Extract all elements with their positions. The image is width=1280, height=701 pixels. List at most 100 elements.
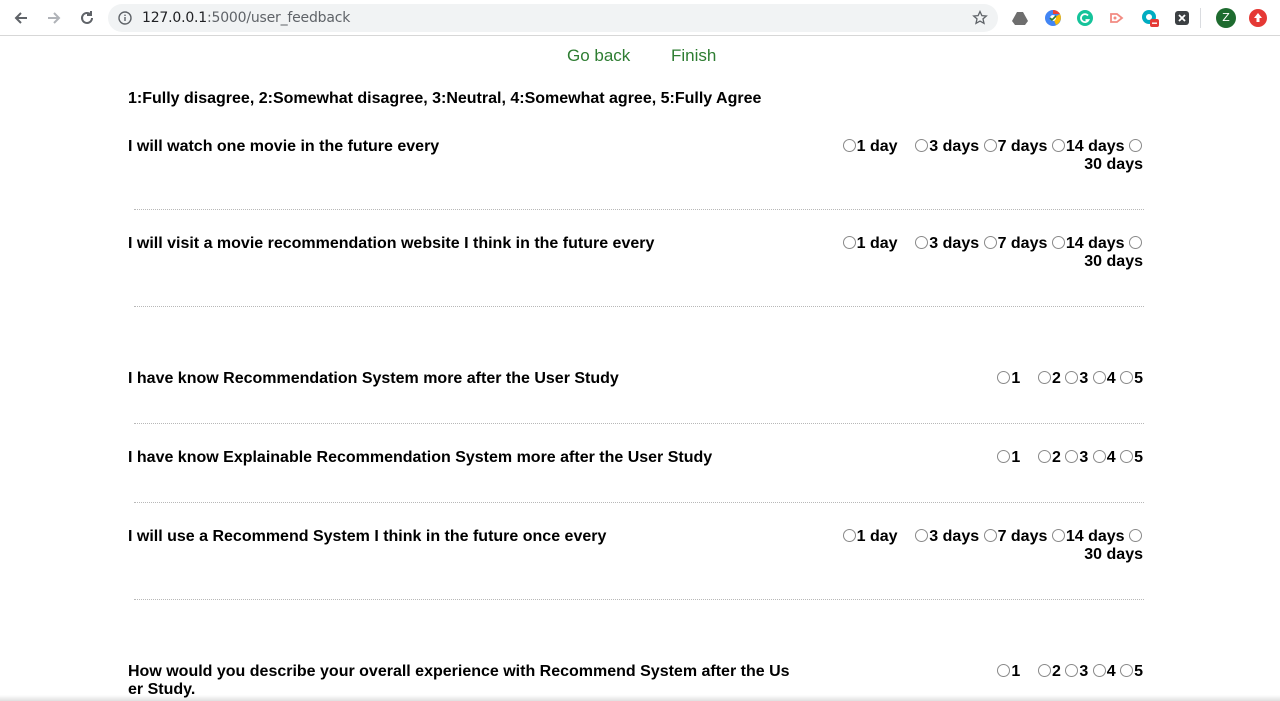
drive-icon[interactable]	[1011, 9, 1029, 27]
option-label: 3	[1079, 370, 1089, 387]
radio-button[interactable]	[1051, 236, 1065, 249]
radio-button[interactable]	[997, 450, 1011, 463]
option-label: 1	[1011, 370, 1021, 387]
option-14-days[interactable]: 14 days	[1051, 138, 1125, 155]
option-14-days[interactable]: 14 days	[1051, 235, 1125, 252]
option-4[interactable]: 4	[1092, 663, 1116, 680]
radio-button[interactable]	[997, 664, 1011, 677]
divider	[134, 599, 1144, 600]
option-label: 1	[1011, 449, 1021, 466]
option-1[interactable]: 1	[997, 449, 1020, 466]
option-4[interactable]: 4	[1092, 449, 1116, 466]
option-5[interactable]: 5	[1120, 449, 1143, 466]
chrome-extension-icon[interactable]	[1044, 9, 1062, 27]
radio-button[interactable]	[1120, 450, 1134, 463]
option-7-days[interactable]: 7 days	[983, 235, 1047, 252]
radio-button[interactable]	[1129, 139, 1142, 152]
radio-button[interactable]	[1051, 529, 1065, 542]
radio-button[interactable]	[1065, 664, 1079, 677]
option-label: 3	[1079, 449, 1089, 466]
radio-button[interactable]	[915, 529, 929, 542]
option-label: 3 days	[929, 138, 980, 155]
option-2[interactable]: 2	[1038, 449, 1061, 466]
radio-button[interactable]	[915, 236, 929, 249]
c-extension-icon[interactable]	[1141, 9, 1159, 27]
url-text: 127.0.0.1:5000/user_feedback	[142, 10, 350, 26]
window-bottom-shadow	[0, 695, 1280, 701]
radio-button[interactable]	[1092, 371, 1106, 384]
profile-avatar[interactable]: Z	[1216, 8, 1236, 28]
option-3[interactable]: 3	[1065, 449, 1088, 466]
option-1-day[interactable]: 1 day	[842, 138, 898, 155]
forward-arrow-icon[interactable]	[45, 9, 63, 27]
radio-button[interactable]	[842, 529, 856, 542]
radio-button[interactable]	[1092, 450, 1106, 463]
update-icon[interactable]	[1249, 9, 1267, 27]
url-path: :5000/user_feedback	[207, 10, 351, 26]
question-visit-website: I will visit a movie recommendation webs…	[128, 235, 655, 252]
star-icon[interactable]	[972, 9, 988, 26]
option-1[interactable]: 1	[997, 370, 1020, 387]
option-3-days[interactable]: 3 days	[915, 138, 979, 155]
option-4[interactable]: 4	[1092, 370, 1116, 387]
option-label: 4	[1106, 449, 1116, 466]
option-label: 4	[1106, 663, 1116, 680]
option-1-day[interactable]: 1 day	[842, 528, 898, 545]
radio-button[interactable]	[983, 529, 997, 542]
radio-button[interactable]	[1051, 139, 1065, 152]
toolbar-separator	[1200, 8, 1201, 28]
option-30-days[interactable]: 30 days	[1084, 253, 1143, 270]
radio-button[interactable]	[997, 371, 1011, 384]
go-back-link[interactable]: Go back	[567, 46, 630, 66]
option-3[interactable]: 3	[1065, 370, 1088, 387]
question-know-recsys: I have know Recommendation System more a…	[128, 370, 619, 387]
radio-button[interactable]	[983, 236, 997, 249]
x-extension-icon[interactable]	[1173, 9, 1191, 27]
option-2[interactable]: 2	[1038, 370, 1061, 387]
radio-button[interactable]	[1038, 371, 1052, 384]
address-bar[interactable]: 127.0.0.1:5000/user_feedback	[108, 4, 998, 32]
option-7-days[interactable]: 7 days	[983, 138, 1047, 155]
options-know-recsys: 1 2 3 4 5	[823, 370, 1143, 388]
option-1-day[interactable]: 1 day	[842, 235, 898, 252]
radio-button[interactable]	[842, 236, 856, 249]
option-label: 2	[1052, 663, 1061, 680]
option-7-days[interactable]: 7 days	[983, 528, 1047, 545]
share-icon[interactable]	[1108, 9, 1126, 27]
radio-button[interactable]	[915, 139, 929, 152]
reload-icon[interactable]	[78, 9, 96, 27]
radio-button[interactable]	[1038, 450, 1052, 463]
finish-link[interactable]: Finish	[671, 46, 716, 66]
radio-button[interactable]	[1038, 664, 1052, 677]
option-3-days[interactable]: 3 days	[915, 528, 979, 545]
radio-button[interactable]	[1129, 529, 1142, 542]
option-30-days[interactable]: 30 days	[1084, 546, 1143, 563]
info-icon[interactable]	[118, 11, 132, 25]
option-2[interactable]: 2	[1038, 663, 1061, 680]
option-30-days[interactable]: 30 days	[1084, 156, 1143, 173]
options-overall-experience: 1 2 3 4 5	[823, 663, 1143, 681]
options-use-recsys: 1 day 3 days 7 days 14 days 30 days	[823, 528, 1143, 564]
options-visit-website: 1 day 3 days 7 days 14 days 30 days	[823, 235, 1143, 271]
question-watch-movie: I will watch one movie in the future eve…	[128, 138, 440, 155]
back-arrow-icon[interactable]	[12, 9, 30, 27]
radio-button[interactable]	[983, 139, 997, 152]
option-5[interactable]: 5	[1120, 370, 1143, 387]
option-label: 2	[1052, 370, 1061, 387]
option-label: 1	[1011, 663, 1021, 680]
radio-button[interactable]	[1065, 371, 1079, 384]
option-14-days[interactable]: 14 days	[1051, 528, 1125, 545]
question-use-recsys: I will use a Recommend System I think in…	[128, 528, 607, 545]
radio-button[interactable]	[1092, 664, 1106, 677]
radio-button[interactable]	[1120, 371, 1134, 384]
option-3-days[interactable]: 3 days	[915, 235, 979, 252]
radio-button[interactable]	[1065, 450, 1079, 463]
radio-button[interactable]	[842, 139, 856, 152]
option-3[interactable]: 3	[1065, 663, 1088, 680]
option-label: 14 days	[1065, 235, 1125, 252]
radio-button[interactable]	[1129, 236, 1142, 249]
radio-button[interactable]	[1120, 664, 1134, 677]
option-1[interactable]: 1	[997, 663, 1020, 680]
option-5[interactable]: 5	[1120, 663, 1143, 680]
grammarly-icon[interactable]	[1076, 9, 1094, 27]
